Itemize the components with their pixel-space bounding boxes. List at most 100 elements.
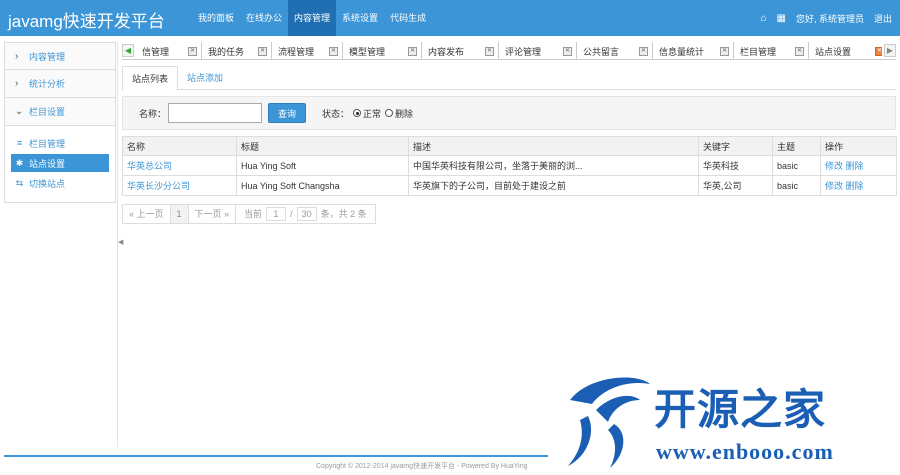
table-row: 华英总公司 Hua Ying Soft 中国华英科技有限公司，坐落于美丽的浏..… bbox=[122, 155, 897, 176]
edit-link[interactable]: 修改 bbox=[825, 181, 843, 191]
tab-site-settings[interactable]: 站点设置 ✕ bbox=[809, 42, 882, 59]
pagination: « 上一页 1 下一页 » 当前 1 / 30 条，共 2 条 bbox=[122, 204, 376, 224]
menu-statistics[interactable]: › 统计分析 bbox=[4, 70, 116, 98]
sidebar-item-site-settings[interactable]: ✱ 站点设置 bbox=[11, 154, 109, 172]
gear-icon: ✱ bbox=[15, 157, 24, 168]
tab-item[interactable]: 内容发布 ✕ bbox=[422, 42, 499, 59]
tab-site-list[interactable]: 站点列表 bbox=[122, 66, 179, 91]
watermark-url: www.enbooo.com bbox=[656, 439, 834, 464]
sub-tabs: 站点列表 站点添加 bbox=[122, 66, 896, 91]
watermark-logo-icon bbox=[568, 377, 650, 468]
tab-site-add[interactable]: 站点添加 bbox=[178, 66, 232, 90]
next-page-button[interactable]: 下一页 » bbox=[187, 204, 237, 224]
nav-my-panel[interactable]: 我的面板 bbox=[192, 0, 240, 36]
top-bar: javamg快速开发平台 我的面板 在线办公 内容管理 系统设置 代码生成 ⌂ … bbox=[0, 0, 900, 36]
page-size-input[interactable]: 30 bbox=[296, 207, 317, 221]
tab-item[interactable]: 公共留言 ✕ bbox=[577, 42, 653, 59]
column-header: 关键字 bbox=[698, 136, 773, 156]
home-icon[interactable]: ⌂ bbox=[760, 13, 766, 24]
sidebar-item-label: 栏目管理 bbox=[29, 138, 66, 149]
query-button[interactable]: 查询 bbox=[268, 103, 307, 123]
delete-link[interactable]: 删除 bbox=[846, 161, 864, 171]
tab-item[interactable]: 评论管理 ✕ bbox=[499, 42, 577, 59]
close-icon[interactable]: ✕ bbox=[563, 46, 572, 56]
watermark-title: 开源之家 bbox=[654, 385, 827, 434]
page-tab-strip: ◀ 信管理 ✕ 我的任务 ✕ 流程管理 ✕ 模型管理 ✕ 内容发布 ✕ 评论管理 ✕ 公共留… bbox=[122, 42, 896, 60]
close-icon[interactable]: ✕ bbox=[875, 46, 882, 56]
tab-item[interactable]: 信息量统计 ✕ bbox=[653, 42, 734, 59]
tab-label: 栏目管理 bbox=[740, 46, 777, 57]
tab-item[interactable]: 栏目管理 ✕ bbox=[734, 42, 809, 59]
tab-label: 评论管理 bbox=[505, 46, 542, 57]
user-greeting[interactable]: 您好, 系统管理员 bbox=[796, 12, 864, 25]
close-icon[interactable]: ✕ bbox=[329, 46, 338, 56]
menu-label: 内容管理 bbox=[29, 51, 66, 62]
tab-label: 模型管理 bbox=[349, 46, 386, 57]
site-title: Hua Ying Soft Changsha bbox=[236, 175, 409, 196]
chevron-right-icon: › bbox=[15, 78, 19, 89]
name-input[interactable] bbox=[168, 103, 263, 123]
current-page-button[interactable]: 1 bbox=[170, 204, 188, 224]
site-keywords: 华英,公司 bbox=[698, 175, 773, 196]
scroll-right-icon[interactable]: ▶ bbox=[884, 44, 896, 57]
tab-item[interactable]: 模型管理 ✕ bbox=[343, 42, 422, 59]
prev-page-button[interactable]: « 上一页 bbox=[122, 204, 171, 224]
nav-online-office[interactable]: 在线办公 bbox=[240, 0, 288, 36]
menu-label: 统计分析 bbox=[29, 79, 66, 89]
tab-item[interactable]: 信管理 ✕ bbox=[136, 42, 202, 59]
sidebar: › 内容管理 › 统计分析 ⌄ 栏目设置 ≡ 栏目管理 ✱ 站点设置 ⇆ 切换站… bbox=[4, 42, 116, 203]
close-icon[interactable]: ✕ bbox=[258, 46, 267, 56]
submenu-column-settings: ≡ 栏目管理 ✱ 站点设置 ⇆ 切换站点 bbox=[4, 126, 116, 203]
sidebar-item-column-management[interactable]: ≡ 栏目管理 bbox=[11, 134, 109, 152]
site-name-link[interactable]: 华英总公司 bbox=[122, 155, 237, 176]
collapse-arrow-icon[interactable]: ◀ bbox=[118, 238, 123, 246]
close-icon[interactable]: ✕ bbox=[720, 46, 729, 56]
page-separator: / bbox=[290, 209, 293, 219]
close-icon[interactable]: ✕ bbox=[485, 46, 494, 56]
close-icon[interactable]: ✕ bbox=[639, 46, 648, 56]
radio-label: 删除 bbox=[395, 108, 414, 119]
tab-label: 站点设置 bbox=[815, 46, 852, 57]
app-brand: javamg快速开发平台 bbox=[8, 12, 165, 31]
nav-code-generation[interactable]: 代码生成 bbox=[384, 0, 432, 36]
page-summary: 条，共 2 条 bbox=[320, 209, 367, 219]
status-normal-radio[interactable]: 正常 bbox=[353, 107, 381, 120]
close-icon[interactable]: ✕ bbox=[795, 46, 804, 56]
nav-content-management[interactable]: 内容管理 bbox=[288, 0, 337, 36]
status-deleted-radio[interactable]: 删除 bbox=[385, 107, 413, 120]
logout-link[interactable]: 退出 bbox=[874, 12, 892, 25]
tab-item[interactable]: 流程管理 ✕ bbox=[272, 42, 343, 59]
chevron-right-icon: › bbox=[15, 50, 19, 62]
column-header: 主题 bbox=[772, 136, 821, 156]
tab-item[interactable]: 我的任务 ✕ bbox=[202, 42, 272, 59]
column-header: 描述 bbox=[408, 136, 699, 156]
watermark: 开源之家 www.enbooo.com bbox=[548, 366, 900, 475]
page-tabs: 信管理 ✕ 我的任务 ✕ 流程管理 ✕ 模型管理 ✕ 内容发布 ✕ 评论管理 ✕ 公共留言 ✕… bbox=[136, 42, 882, 59]
scroll-left-icon[interactable]: ◀ bbox=[122, 44, 134, 57]
tab-label: 内容发布 bbox=[428, 46, 465, 57]
sidebar-item-switch-site[interactable]: ⇆ 切换站点 bbox=[11, 174, 109, 192]
page-number-input[interactable]: 1 bbox=[266, 207, 287, 221]
site-table: 名称 标题 描述 关键字 主题 操作 华英总公司 Hua Ying Soft 中… bbox=[122, 136, 897, 196]
edit-link[interactable]: 修改 bbox=[825, 161, 843, 171]
sidebar-item-label: 站点设置 bbox=[29, 158, 66, 169]
tab-label: 公共留言 bbox=[583, 46, 620, 57]
menu-column-settings[interactable]: ⌄ 栏目设置 bbox=[4, 98, 116, 126]
close-icon[interactable]: ✕ bbox=[408, 46, 417, 56]
current-label: 当前 bbox=[244, 209, 263, 219]
site-keywords: 华英科技 bbox=[698, 155, 773, 176]
radio-checked-icon bbox=[353, 109, 362, 117]
grid-icon[interactable]: ▦ bbox=[777, 13, 786, 24]
tab-label: 流程管理 bbox=[278, 46, 315, 57]
site-name-link[interactable]: 华英长沙分公司 bbox=[122, 175, 237, 196]
page-info: 当前 1 / 30 条，共 2 条 bbox=[236, 204, 376, 224]
switch-icon: ⇆ bbox=[15, 177, 24, 188]
status-label: 状态： bbox=[322, 108, 350, 119]
delete-link[interactable]: 删除 bbox=[846, 181, 864, 191]
tab-label: 信管理 bbox=[142, 46, 170, 57]
radio-unchecked-icon bbox=[385, 109, 394, 117]
nav-system-settings[interactable]: 系统设置 bbox=[336, 0, 384, 36]
row-actions: 修改 删除 bbox=[820, 175, 897, 196]
menu-content-management[interactable]: › 内容管理 bbox=[4, 42, 116, 70]
close-icon[interactable]: ✕ bbox=[188, 46, 197, 56]
